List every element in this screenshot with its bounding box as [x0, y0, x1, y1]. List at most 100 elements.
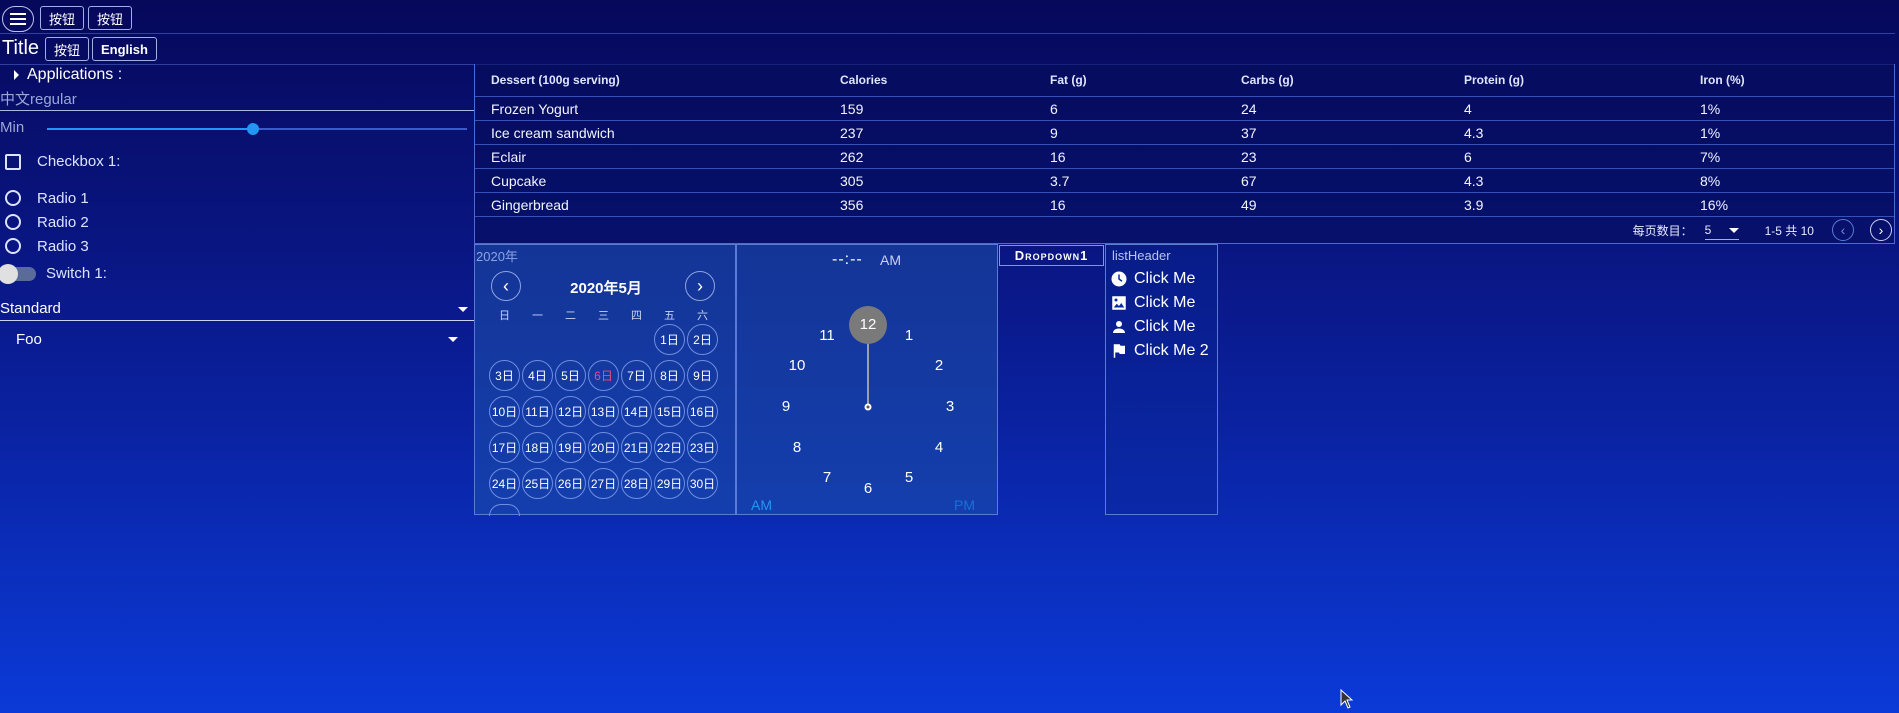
- table-row[interactable]: Ice cream sandwich 237 9 37 4.3 1%: [475, 120, 1894, 145]
- pm-button[interactable]: PM: [954, 497, 975, 513]
- year-label[interactable]: 2020年: [476, 246, 518, 265]
- clock-hour[interactable]: 8: [782, 438, 812, 458]
- calendar-day[interactable]: 30日: [687, 468, 718, 499]
- radio-3[interactable]: Radio 3: [5, 234, 89, 258]
- radio-circle[interactable]: [5, 214, 21, 230]
- calendar-day[interactable]: 14日: [621, 396, 652, 427]
- column-header[interactable]: Iron (%): [1684, 64, 1894, 97]
- table-row[interactable]: Gingerbread 356 16 49 3.9 16%: [475, 192, 1894, 217]
- clock-hour[interactable]: 2: [924, 356, 954, 376]
- calendar-day[interactable]: 21日: [621, 432, 652, 463]
- calendar-day[interactable]: 7日: [621, 360, 652, 391]
- rows-per-page-select[interactable]: 5: [1704, 221, 1739, 240]
- calendar-day[interactable]: 12日: [555, 396, 586, 427]
- date-picker: 2020年 ‹ 2020年5月 › 日一二三四五六 1日 2日 3日 4日 5日 6日 7日…: [474, 244, 736, 516]
- calendar-day[interactable]: 17日: [489, 432, 520, 463]
- calendar-day[interactable]: 2日: [687, 324, 718, 355]
- calendar-day[interactable]: 26日: [555, 468, 586, 499]
- calendar-day[interactable]: 3日: [489, 360, 520, 391]
- column-header[interactable]: Fat (g): [1034, 64, 1225, 97]
- calendar-day[interactable]: 28日: [621, 468, 652, 499]
- dropdown-arrow-icon: [458, 307, 468, 312]
- calendar-day[interactable]: 5日: [555, 360, 586, 391]
- calendar-day[interactable]: 24日: [489, 468, 520, 499]
- text-field[interactable]: 中文regular: [0, 88, 474, 111]
- calendar-day[interactable]: 4日: [522, 360, 553, 391]
- radio-1[interactable]: Radio 1: [5, 186, 89, 210]
- radio-circle[interactable]: [5, 190, 21, 206]
- clock-hour[interactable]: 4: [924, 438, 954, 458]
- next-month-button[interactable]: ›: [685, 271, 715, 301]
- calendar-day[interactable]: 19日: [555, 432, 586, 463]
- toolbar-button-1[interactable]: 按钮: [40, 6, 85, 30]
- calendar-day[interactable]: 29日: [654, 468, 685, 499]
- calendar-day[interactable]: 15日: [654, 396, 685, 427]
- slider-track[interactable]: [47, 123, 467, 135]
- prev-page-button[interactable]: ‹: [1832, 219, 1854, 241]
- calendar-day[interactable]: 23日: [687, 432, 718, 463]
- slider-thumb[interactable]: [247, 123, 259, 135]
- dropdown-arrow-icon: [1728, 227, 1739, 233]
- clock-icon: [1111, 271, 1127, 287]
- calendar-day[interactable]: 18日: [522, 432, 553, 463]
- table-row[interactable]: Cupcake 305 3.7 67 4.3 8%: [475, 168, 1894, 193]
- calendar-day[interactable]: 13日: [588, 396, 619, 427]
- clock-hour[interactable]: 3: [935, 397, 965, 417]
- checkbox-box[interactable]: [5, 153, 21, 170]
- list-item[interactable]: Click Me: [1106, 267, 1217, 291]
- weekday-label: 六: [697, 310, 708, 322]
- checkbox-1[interactable]: Checkbox 1:: [5, 153, 120, 170]
- list-item[interactable]: Click Me: [1106, 315, 1217, 339]
- am-button[interactable]: AM: [751, 497, 772, 513]
- calendar-day[interactable]: 11日: [522, 396, 553, 427]
- table-pagination: 每页数目： 5 1-5 共 10 ‹ ›: [1633, 217, 1894, 243]
- list-item[interactable]: Click Me 2: [1106, 339, 1217, 363]
- clock-hour[interactable]: 7: [812, 468, 842, 488]
- calendar-day[interactable]: 22日: [654, 432, 685, 463]
- calendar-day[interactable]: 9日: [687, 360, 718, 391]
- clock-hour[interactable]: 12: [853, 315, 883, 335]
- table-row[interactable]: Frozen Yogurt 159 6 24 4 1%: [475, 96, 1894, 121]
- calendar-day[interactable]: [489, 504, 520, 516]
- select-standard[interactable]: Standard: [0, 300, 474, 321]
- table-cell: 3.7: [1034, 168, 1225, 193]
- calendar-day[interactable]: 10日: [489, 396, 520, 427]
- calendar-day[interactable]: 16日: [687, 396, 718, 427]
- clock-face[interactable]: 12 1 2 3 4 5 6 7 8 9 10 11: [737, 245, 999, 516]
- switch-1[interactable]: Switch 1:: [0, 263, 107, 284]
- list-item[interactable]: Click Me: [1106, 291, 1217, 315]
- table-row[interactable]: Eclair 262 16 23 6 7%: [475, 144, 1894, 169]
- column-header[interactable]: Dessert (100g serving): [475, 64, 824, 97]
- applications-tree-item[interactable]: Applications :: [14, 66, 122, 84]
- column-header[interactable]: Calories: [824, 64, 1034, 97]
- switch-track[interactable]: [0, 263, 36, 284]
- title-button[interactable]: 按钮: [45, 37, 90, 61]
- clock-hour[interactable]: 9: [771, 397, 801, 417]
- clock-hand: [849, 306, 887, 411]
- radio-circle[interactable]: [5, 238, 21, 254]
- toolbar-button-2[interactable]: 按钮: [88, 6, 133, 30]
- calendar-day[interactable]: 8日: [654, 360, 685, 391]
- menu-button[interactable]: [2, 6, 34, 32]
- clock-hour[interactable]: 5: [894, 468, 924, 488]
- dropdown-button[interactable]: Dropdown1: [999, 245, 1104, 266]
- language-button[interactable]: English: [92, 37, 157, 61]
- clock-hour[interactable]: 10: [782, 356, 812, 376]
- calendar-day[interactable]: 25日: [522, 468, 553, 499]
- table-cell: 16: [1034, 144, 1225, 169]
- calendar-day[interactable]: 1日: [654, 324, 685, 355]
- column-header[interactable]: Protein (g): [1448, 64, 1684, 97]
- next-page-button[interactable]: ›: [1870, 219, 1892, 241]
- calendar-day[interactable]: 20日: [588, 432, 619, 463]
- clock-hour[interactable]: 1: [894, 326, 924, 346]
- table-cell: 237: [824, 120, 1034, 145]
- clock-hour[interactable]: 11: [812, 326, 842, 346]
- table-cell: 159: [824, 96, 1034, 121]
- select-foo[interactable]: Foo: [0, 328, 464, 352]
- calendar-day[interactable]: 27日: [588, 468, 619, 499]
- clock-hour[interactable]: 6: [853, 479, 883, 499]
- column-header[interactable]: Carbs (g): [1225, 64, 1448, 97]
- radio-2[interactable]: Radio 2: [5, 210, 89, 234]
- calendar-day[interactable]: 6日: [588, 360, 619, 391]
- caret-right-icon: [14, 70, 19, 80]
